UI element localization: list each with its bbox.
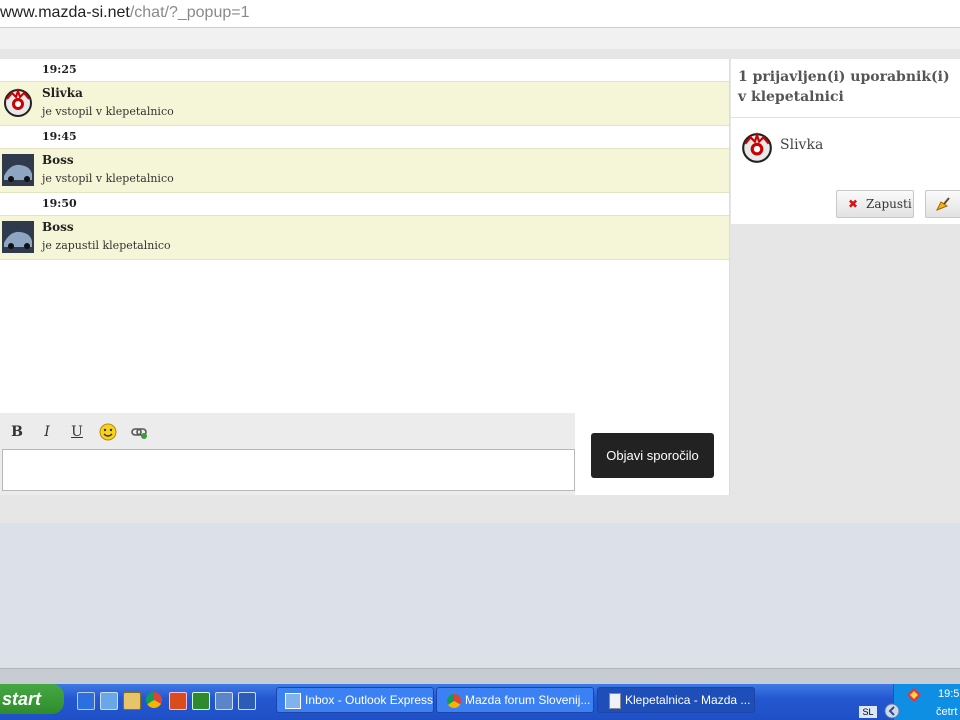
- clock-day: četrt: [936, 706, 958, 718]
- users-heading: 1 prijavljen(i) uporabnik(i) v klepetaln…: [738, 69, 950, 105]
- leave-chat-button[interactable]: ✖ Zapusti: [836, 190, 914, 218]
- slivka-avatar: [742, 131, 772, 163]
- message-user: Slivka: [42, 86, 83, 100]
- message-input[interactable]: [2, 449, 575, 491]
- message-time: 19:45: [0, 126, 729, 148]
- broom-icon: [935, 197, 950, 211]
- taskbar-window-chat[interactable]: Klepetalnica - Mazda ...: [597, 687, 755, 713]
- user-name: Slivka: [780, 137, 824, 153]
- start-button[interactable]: start: [0, 684, 64, 714]
- message-time: 19:25: [0, 59, 729, 81]
- window-label: Inbox - Outlook Express: [305, 693, 434, 707]
- message-list: 19:25 Slivka je vstopil v klepetalnico 1…: [0, 59, 729, 260]
- outlook-express-icon[interactable]: [100, 692, 118, 710]
- clear-chat-button[interactable]: [925, 190, 960, 218]
- message-text: je zapustil klepetalnico: [42, 239, 171, 252]
- chat-panel: 19:25 Slivka je vstopil v klepetalnico 1…: [0, 59, 730, 495]
- message-row: Boss je zapustil klepetalnico: [0, 215, 729, 260]
- leave-label: Zapusti: [866, 197, 912, 211]
- boss-avatar: [2, 154, 34, 186]
- address-domain: www.mazda-si.net: [0, 4, 130, 21]
- underline-button[interactable]: U: [66, 421, 88, 443]
- system-tray: SL 19:5 četrt: [859, 684, 960, 720]
- address-url[interactable]: www.mazda-si.net/chat/?_popup=1: [0, 4, 250, 22]
- language-indicator[interactable]: SL: [859, 706, 877, 718]
- chevron-left-icon[interactable]: [884, 703, 900, 719]
- message-text: je vstopil v klepetalnico: [42, 172, 174, 185]
- post-message-button[interactable]: Objavi sporočilo: [591, 433, 714, 478]
- users-panel: 1 prijavljen(i) uporabnik(i) v klepetaln…: [731, 59, 960, 224]
- slivka-avatar: [4, 87, 32, 117]
- powerpoint-icon[interactable]: [169, 692, 187, 710]
- word-icon[interactable]: [238, 692, 256, 710]
- taskbar-strip: [0, 668, 960, 685]
- address-path: /chat/?_popup=1: [129, 4, 250, 21]
- chrome-icon: [447, 693, 461, 708]
- link-icon[interactable]: [128, 421, 150, 443]
- bold-button[interactable]: B: [6, 421, 28, 443]
- boss-avatar: [2, 221, 34, 253]
- message-user: Boss: [42, 220, 74, 234]
- italic-button[interactable]: I: [36, 421, 58, 443]
- excel-icon[interactable]: [192, 692, 210, 710]
- folder-icon[interactable]: [123, 692, 141, 710]
- document-icon: [609, 692, 621, 709]
- close-icon: ✖: [848, 197, 859, 211]
- message-text: je vstopil v klepetalnico: [42, 105, 174, 118]
- window-label: Mazda forum Slovenij...: [465, 693, 591, 707]
- message-time: 19:50: [0, 193, 729, 215]
- message-row: Boss je vstopil v klepetalnico: [0, 148, 729, 193]
- browser-toolbar-band: [0, 28, 960, 49]
- message-editor: B I U: [0, 413, 575, 495]
- clock-time: 19:5: [938, 688, 960, 700]
- address-bar[interactable]: www.mazda-si.net/chat/?_popup=1: [0, 0, 960, 28]
- taskbar-window-outlook[interactable]: Inbox - Outlook Express: [276, 687, 434, 713]
- divider: [731, 117, 960, 118]
- taskbar: start Inbox - Outlook Express Mazda foru…: [0, 684, 960, 720]
- window-label: Klepetalnica - Mazda ...: [625, 693, 751, 707]
- message-user: Boss: [42, 153, 74, 167]
- outlook-icon[interactable]: [215, 692, 233, 710]
- format-toolbar: B I U: [0, 413, 575, 449]
- smiley-icon[interactable]: [97, 421, 119, 443]
- chrome-icon[interactable]: [146, 692, 162, 708]
- message-row: Slivka je vstopil v klepetalnico: [0, 81, 729, 126]
- taskbar-window-chrome[interactable]: Mazda forum Slovenij...: [436, 687, 594, 713]
- chat-page: 19:25 Slivka je vstopil v klepetalnico 1…: [0, 49, 960, 523]
- security-icon[interactable]: [906, 687, 922, 703]
- ie-icon[interactable]: [77, 692, 95, 710]
- outlook-express-icon: [285, 692, 301, 709]
